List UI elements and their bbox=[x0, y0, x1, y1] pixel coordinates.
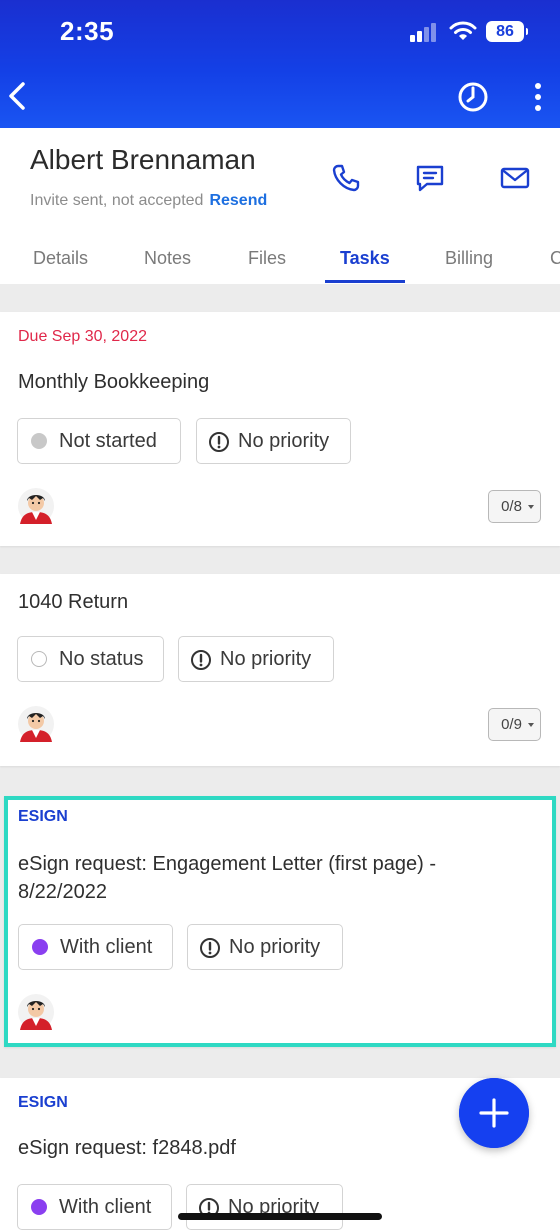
status-dot bbox=[31, 651, 47, 667]
priority-button[interactable]: No priority bbox=[186, 1184, 343, 1230]
priority-icon bbox=[200, 938, 220, 958]
assignee-avatar[interactable] bbox=[18, 994, 54, 1030]
task-title: eSign request: Engagement Letter (first … bbox=[18, 850, 436, 906]
status-label: With client bbox=[60, 936, 153, 958]
status-button[interactable]: Not started bbox=[17, 418, 181, 464]
status-dot bbox=[31, 1199, 47, 1215]
mail-icon[interactable] bbox=[499, 162, 531, 194]
status-label: No status bbox=[59, 648, 144, 670]
task-title: eSign request: f2848.pdf bbox=[18, 1137, 236, 1159]
contact-header: Albert Brennaman Invite sent, not accept… bbox=[0, 128, 560, 284]
timer-icon[interactable] bbox=[456, 78, 490, 114]
tab-bar: Details Notes Files Tasks Billing C bbox=[0, 246, 560, 284]
tab-notes[interactable]: Notes bbox=[144, 248, 191, 269]
task-title-line1: eSign request: Engagement Letter (first … bbox=[18, 853, 437, 875]
status-dot bbox=[31, 433, 47, 449]
task-card-highlighted[interactable]: ESIGN eSign request: Engagement Letter (… bbox=[4, 796, 556, 1047]
tab-files[interactable]: Files bbox=[248, 248, 286, 269]
priority-button[interactable]: No priority bbox=[187, 924, 343, 970]
battery-indicator: 86 bbox=[486, 21, 528, 42]
cellular-signal-icon bbox=[410, 22, 438, 42]
priority-button[interactable]: No priority bbox=[178, 636, 334, 682]
message-icon[interactable] bbox=[414, 162, 446, 194]
task-title: Monthly Bookkeeping bbox=[18, 371, 210, 393]
priority-label: No priority bbox=[238, 430, 330, 452]
contact-name: Albert Brennaman bbox=[30, 144, 256, 175]
back-icon[interactable] bbox=[4, 78, 32, 114]
status-time: 2:35 bbox=[60, 16, 115, 46]
priority-button[interactable]: No priority bbox=[196, 418, 351, 464]
priority-label: No priority bbox=[220, 648, 312, 670]
tab-more-partial[interactable]: C bbox=[550, 248, 560, 269]
priority-icon bbox=[191, 650, 211, 670]
due-date: Due Sep 30, 2022 bbox=[18, 328, 147, 345]
priority-icon bbox=[209, 432, 229, 452]
task-card[interactable]: Due Sep 30, 2022 Monthly Bookkeeping Not… bbox=[0, 312, 560, 546]
wifi-icon bbox=[449, 21, 477, 40]
task-tag: ESIGN bbox=[18, 808, 68, 825]
tab-tasks[interactable]: Tasks bbox=[340, 248, 390, 269]
task-title: 1040 Return bbox=[18, 591, 129, 613]
more-vertical-icon[interactable] bbox=[528, 80, 548, 114]
task-card[interactable]: 1040 Return No status No priority 0/9 bbox=[0, 574, 560, 766]
invite-status: Invite sent, not accepted Resend bbox=[30, 192, 267, 210]
phone-icon[interactable] bbox=[330, 162, 362, 194]
status-label: With client bbox=[59, 1196, 152, 1218]
tab-billing[interactable]: Billing bbox=[445, 248, 493, 269]
status-dot bbox=[32, 939, 48, 955]
assignee-avatar[interactable] bbox=[18, 706, 54, 742]
add-task-button[interactable] bbox=[459, 1078, 529, 1148]
checklist-counter[interactable]: 0/9 bbox=[488, 708, 541, 741]
home-indicator bbox=[178, 1213, 382, 1220]
checklist-counter[interactable]: 0/8 bbox=[488, 490, 541, 523]
status-button[interactable]: With client bbox=[18, 924, 173, 970]
status-label: Not started bbox=[59, 430, 157, 452]
app-header: 2:35 86 bbox=[0, 0, 560, 128]
priority-label: No priority bbox=[229, 936, 321, 958]
invite-status-text: Invite sent, not accepted bbox=[30, 192, 204, 209]
status-button[interactable]: With client bbox=[17, 1184, 172, 1230]
tab-details[interactable]: Details bbox=[33, 248, 88, 269]
task-tag: ESIGN bbox=[18, 1094, 68, 1111]
task-title-line2: 8/22/2022 bbox=[18, 881, 107, 903]
assignee-avatar[interactable] bbox=[18, 488, 54, 524]
resend-link[interactable]: Resend bbox=[209, 192, 267, 209]
status-button[interactable]: No status bbox=[17, 636, 164, 682]
active-tab-indicator bbox=[325, 280, 405, 283]
